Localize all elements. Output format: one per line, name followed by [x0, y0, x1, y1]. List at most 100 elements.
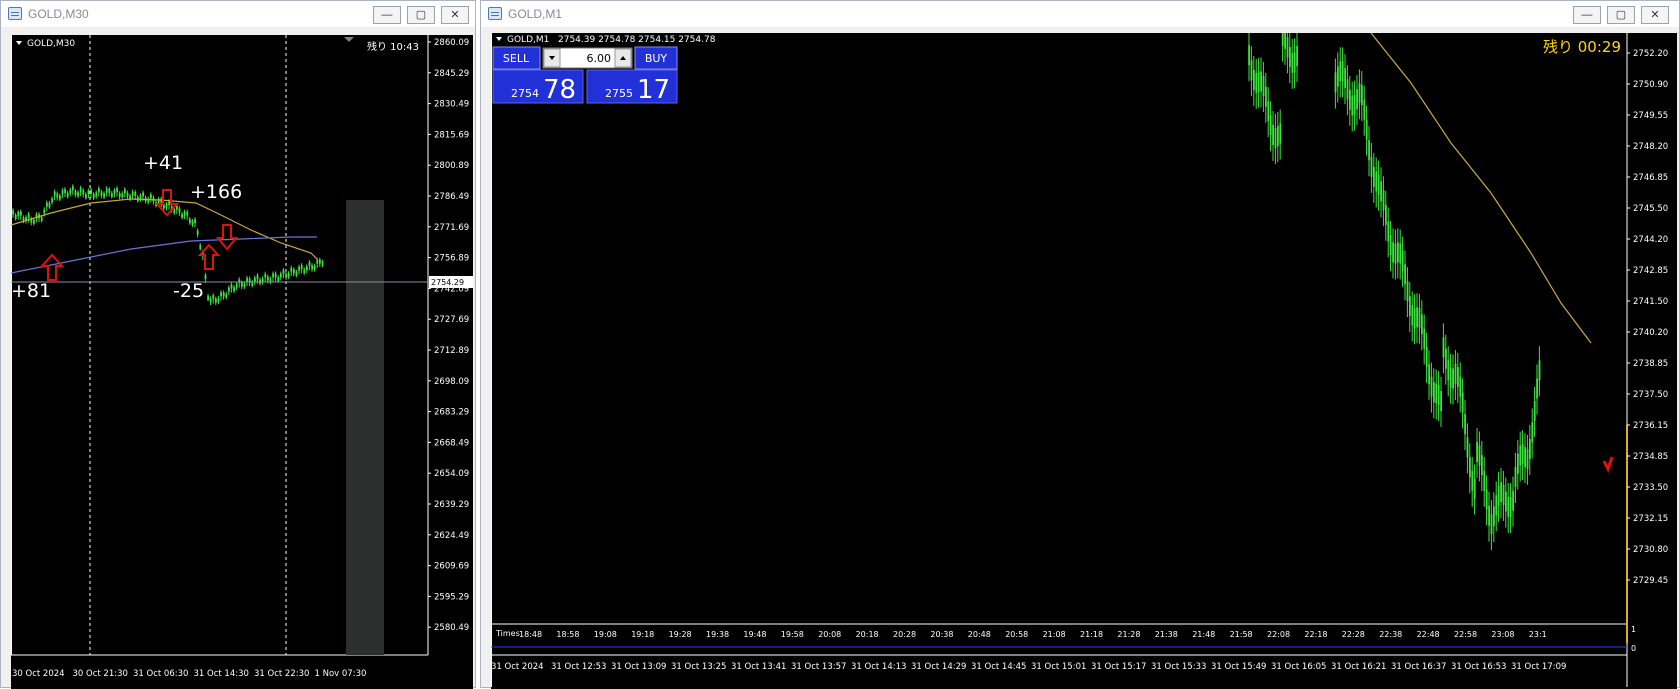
time-tick-label: 1 Nov 07:30	[315, 669, 367, 679]
candle-body	[1452, 368, 1454, 389]
candle-body	[272, 273, 274, 278]
subwindow-time-label: 21:38	[1155, 630, 1178, 639]
candle-body	[267, 276, 269, 281]
candle-body	[113, 190, 116, 195]
candle-body	[1423, 328, 1426, 349]
candle-body	[308, 261, 311, 266]
candle-body	[1425, 346, 1428, 367]
price-tick-label: 2752.20	[1633, 49, 1668, 59]
candle-body	[251, 281, 254, 286]
candle-body	[1392, 242, 1394, 263]
candle-body	[1267, 101, 1270, 122]
candle-body	[176, 205, 178, 210]
candle-body	[243, 283, 246, 288]
price-tick-label: 2727.69	[434, 315, 469, 325]
candle-body	[56, 193, 59, 198]
price-tick-label: 2736.15	[1633, 421, 1668, 431]
candle-body	[1526, 448, 1529, 469]
candle-body	[1389, 235, 1392, 256]
chart-shift-marker[interactable]	[344, 37, 354, 42]
close-button[interactable]: ✕	[1641, 6, 1669, 24]
trade-annotation: -25	[173, 280, 204, 302]
candle-body	[72, 186, 74, 191]
price-tick-label: 2668.49	[434, 438, 469, 448]
window-titlebar[interactable]: GOLD,M30 — ▢ ✕	[1, 1, 475, 27]
candle-body	[1445, 348, 1447, 369]
chart-window-gold-m30[interactable]: GOLD,M30 — ▢ ✕ GOLD,M30 残り 10:43 +41 +16…	[0, 0, 476, 689]
candle-body	[207, 295, 209, 300]
candle-body	[1483, 470, 1486, 491]
candle-body	[1349, 89, 1351, 110]
candle-body	[1413, 308, 1416, 329]
window-titlebar[interactable]: GOLD,M1 — ▢ ✕	[481, 1, 1679, 27]
close-button[interactable]: ✕	[441, 6, 469, 24]
candle-body	[1490, 514, 1493, 535]
candle-body	[1517, 453, 1519, 474]
candle-body	[181, 213, 183, 218]
price-tick-label: 2730.80	[1633, 545, 1668, 555]
candle-body	[212, 295, 215, 300]
trade-annotation: +41	[143, 152, 183, 174]
candle-body	[1418, 307, 1421, 328]
candle-body	[1476, 441, 1478, 462]
price-tick-label: 2771.69	[434, 223, 469, 233]
maximize-button[interactable]: ▢	[407, 6, 435, 24]
price-tick-label: 2786.49	[434, 192, 469, 202]
time-tick-label: 30 Oct 2024	[12, 669, 65, 679]
price-tick-label: 2654.09	[434, 469, 469, 479]
subwindow-time-label: 22:08	[1267, 630, 1290, 639]
candle-body	[69, 189, 72, 194]
chart-canvas[interactable]: GOLD,M1 2754.39 2754.78 2754.15 2754.78 …	[491, 33, 1677, 689]
candle-body	[1255, 72, 1258, 93]
ohlc-values: 2754.39 2754.78 2754.15 2754.78	[558, 35, 716, 45]
candle-body	[1377, 174, 1380, 195]
candle-body	[1269, 115, 1272, 136]
chart-canvas[interactable]: GOLD,M30 残り 10:43 +41 +166 +81 -25 2860.…	[11, 35, 473, 689]
price-chart-m30[interactable]: GOLD,M30 残り 10:43 +41 +166 +81 -25 2860.…	[11, 35, 473, 689]
candle-body	[311, 265, 313, 270]
candle-body	[1368, 140, 1370, 161]
subwindow-time-label: 21:48	[1192, 630, 1215, 639]
price-axis: 2860.09 2845.29 2830.49 2815.69 2800.89 2786.…	[428, 38, 469, 633]
maximize-button[interactable]: ▢	[1607, 6, 1635, 24]
moving-average	[1370, 33, 1592, 344]
chart-window-gold-m1[interactable]: GOLD,M1 — ▢ ✕ GOLD,M1 2754.39 2754.78 27…	[480, 0, 1680, 689]
candle-body	[1353, 94, 1356, 115]
buy-label: BUY	[645, 52, 668, 65]
candle-body	[189, 218, 191, 223]
candle-body	[1461, 392, 1464, 413]
minimize-button[interactable]: —	[1573, 6, 1601, 24]
candle-body	[1440, 391, 1442, 412]
subwindow-time-label: 20:18	[856, 630, 879, 639]
price-chart-m1[interactable]: GOLD,M1 2754.39 2754.78 2754.15 2754.78 …	[491, 33, 1677, 689]
candle-body	[1339, 61, 1342, 82]
candle-body	[1375, 171, 1378, 192]
price-axis: 2752.20 2750.90 2749.55 2748.20 2746.85 2745.…	[1627, 49, 1668, 586]
candle-body	[319, 259, 321, 264]
subwindow-time-label: 19:28	[669, 630, 692, 639]
candle-body	[163, 204, 165, 209]
subwindow-label: Times	[495, 629, 520, 638]
subwindow-time-label: 20:38	[930, 630, 953, 639]
sell-price-big: 78	[543, 75, 576, 105]
time-tick-label: 31 Oct 2024	[491, 662, 544, 672]
candle-body	[1277, 125, 1279, 146]
minimize-button[interactable]: —	[373, 6, 401, 24]
candle-body	[1272, 124, 1274, 145]
candle-body	[1495, 495, 1498, 516]
candle-body	[1428, 364, 1430, 385]
candle-body	[111, 193, 113, 198]
price-tick-label: 2595.29	[434, 592, 469, 602]
indicator-subwindow[interactable]: Times 18:48 18:58 19:08 19:18 19:28 19:38 19:4…	[491, 625, 1636, 653]
candle-body	[293, 269, 295, 274]
subwindow-time-label: 18:58	[556, 630, 579, 639]
candle-body	[139, 195, 142, 200]
candle-body	[1473, 478, 1476, 499]
candle-body	[1409, 296, 1411, 317]
time-tick-label: 31 Oct 15:33	[1151, 662, 1206, 672]
candle-body	[1382, 190, 1385, 211]
candle-body	[1481, 455, 1483, 476]
candle-body	[1284, 33, 1286, 49]
candle-body	[33, 219, 35, 224]
trade-marker-icon	[1602, 456, 1614, 473]
